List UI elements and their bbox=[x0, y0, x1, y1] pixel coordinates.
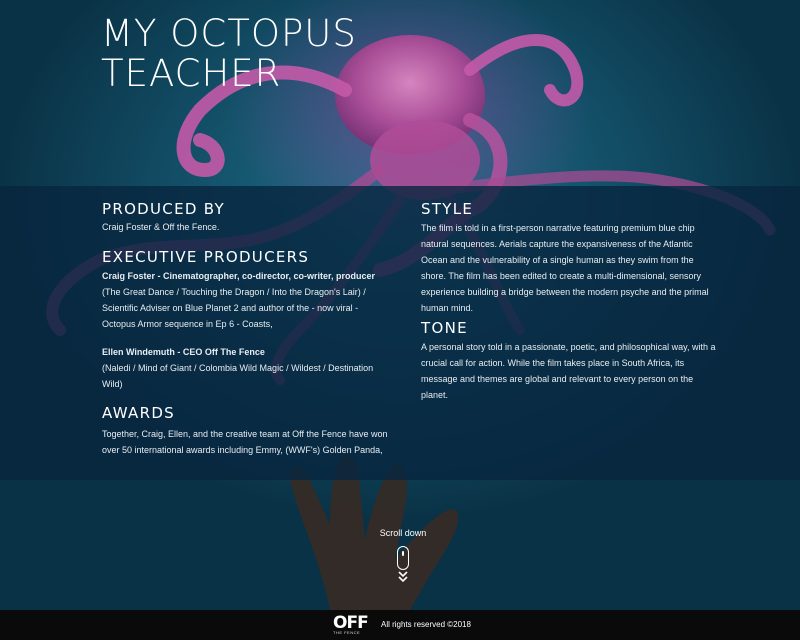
copyright-text: All rights reserved ©2018 bbox=[381, 620, 471, 629]
style-text: The film is told in a first-person narra… bbox=[421, 223, 709, 313]
awards-heading: AWARDS bbox=[102, 404, 176, 422]
scroll-down-button[interactable]: Scroll down bbox=[372, 528, 434, 583]
page-title: MY OCTOPUS TEACHER bbox=[101, 12, 357, 95]
awards-text: Together, Craig, Ellen, and the creative… bbox=[102, 429, 388, 455]
off-the-fence-logo[interactable]: OFF THE FENCE bbox=[333, 614, 373, 636]
executive-producers-heading: EXECUTIVE PRODUCERS bbox=[102, 248, 310, 266]
produced-by-text: Craig Foster & Off the Fence. bbox=[102, 222, 220, 232]
producer-ellen: Ellen Windemuth - CEO Off The Fence (Nal… bbox=[102, 344, 392, 392]
producer-ellen-name: Ellen Windemuth - CEO Off The Fence bbox=[102, 347, 265, 357]
tone-heading: TONE bbox=[421, 319, 468, 337]
mouse-scroll-icon bbox=[397, 546, 409, 570]
tone-text: A personal story told in a passionate, p… bbox=[421, 342, 716, 400]
style-heading: STYLE bbox=[421, 200, 474, 218]
producer-craig: Craig Foster - Cinematographer, co-direc… bbox=[102, 268, 392, 332]
double-chevron-down-icon bbox=[398, 571, 408, 583]
scroll-down-label: Scroll down bbox=[379, 528, 427, 538]
produced-by-heading: PRODUCED BY bbox=[102, 200, 226, 218]
producer-craig-name: Craig Foster - Cinematographer, co-direc… bbox=[102, 271, 376, 281]
producer-craig-bio: (The Great Dance / Touching the Dragon /… bbox=[102, 287, 366, 329]
producer-ellen-bio: (Naledi / Mind of Giant / Colombia Wild … bbox=[102, 363, 374, 389]
info-panel: PRODUCED BY Craig Foster & Off the Fence… bbox=[0, 186, 800, 480]
footer: OFF THE FENCE All rights reserved ©2018 bbox=[0, 610, 800, 640]
